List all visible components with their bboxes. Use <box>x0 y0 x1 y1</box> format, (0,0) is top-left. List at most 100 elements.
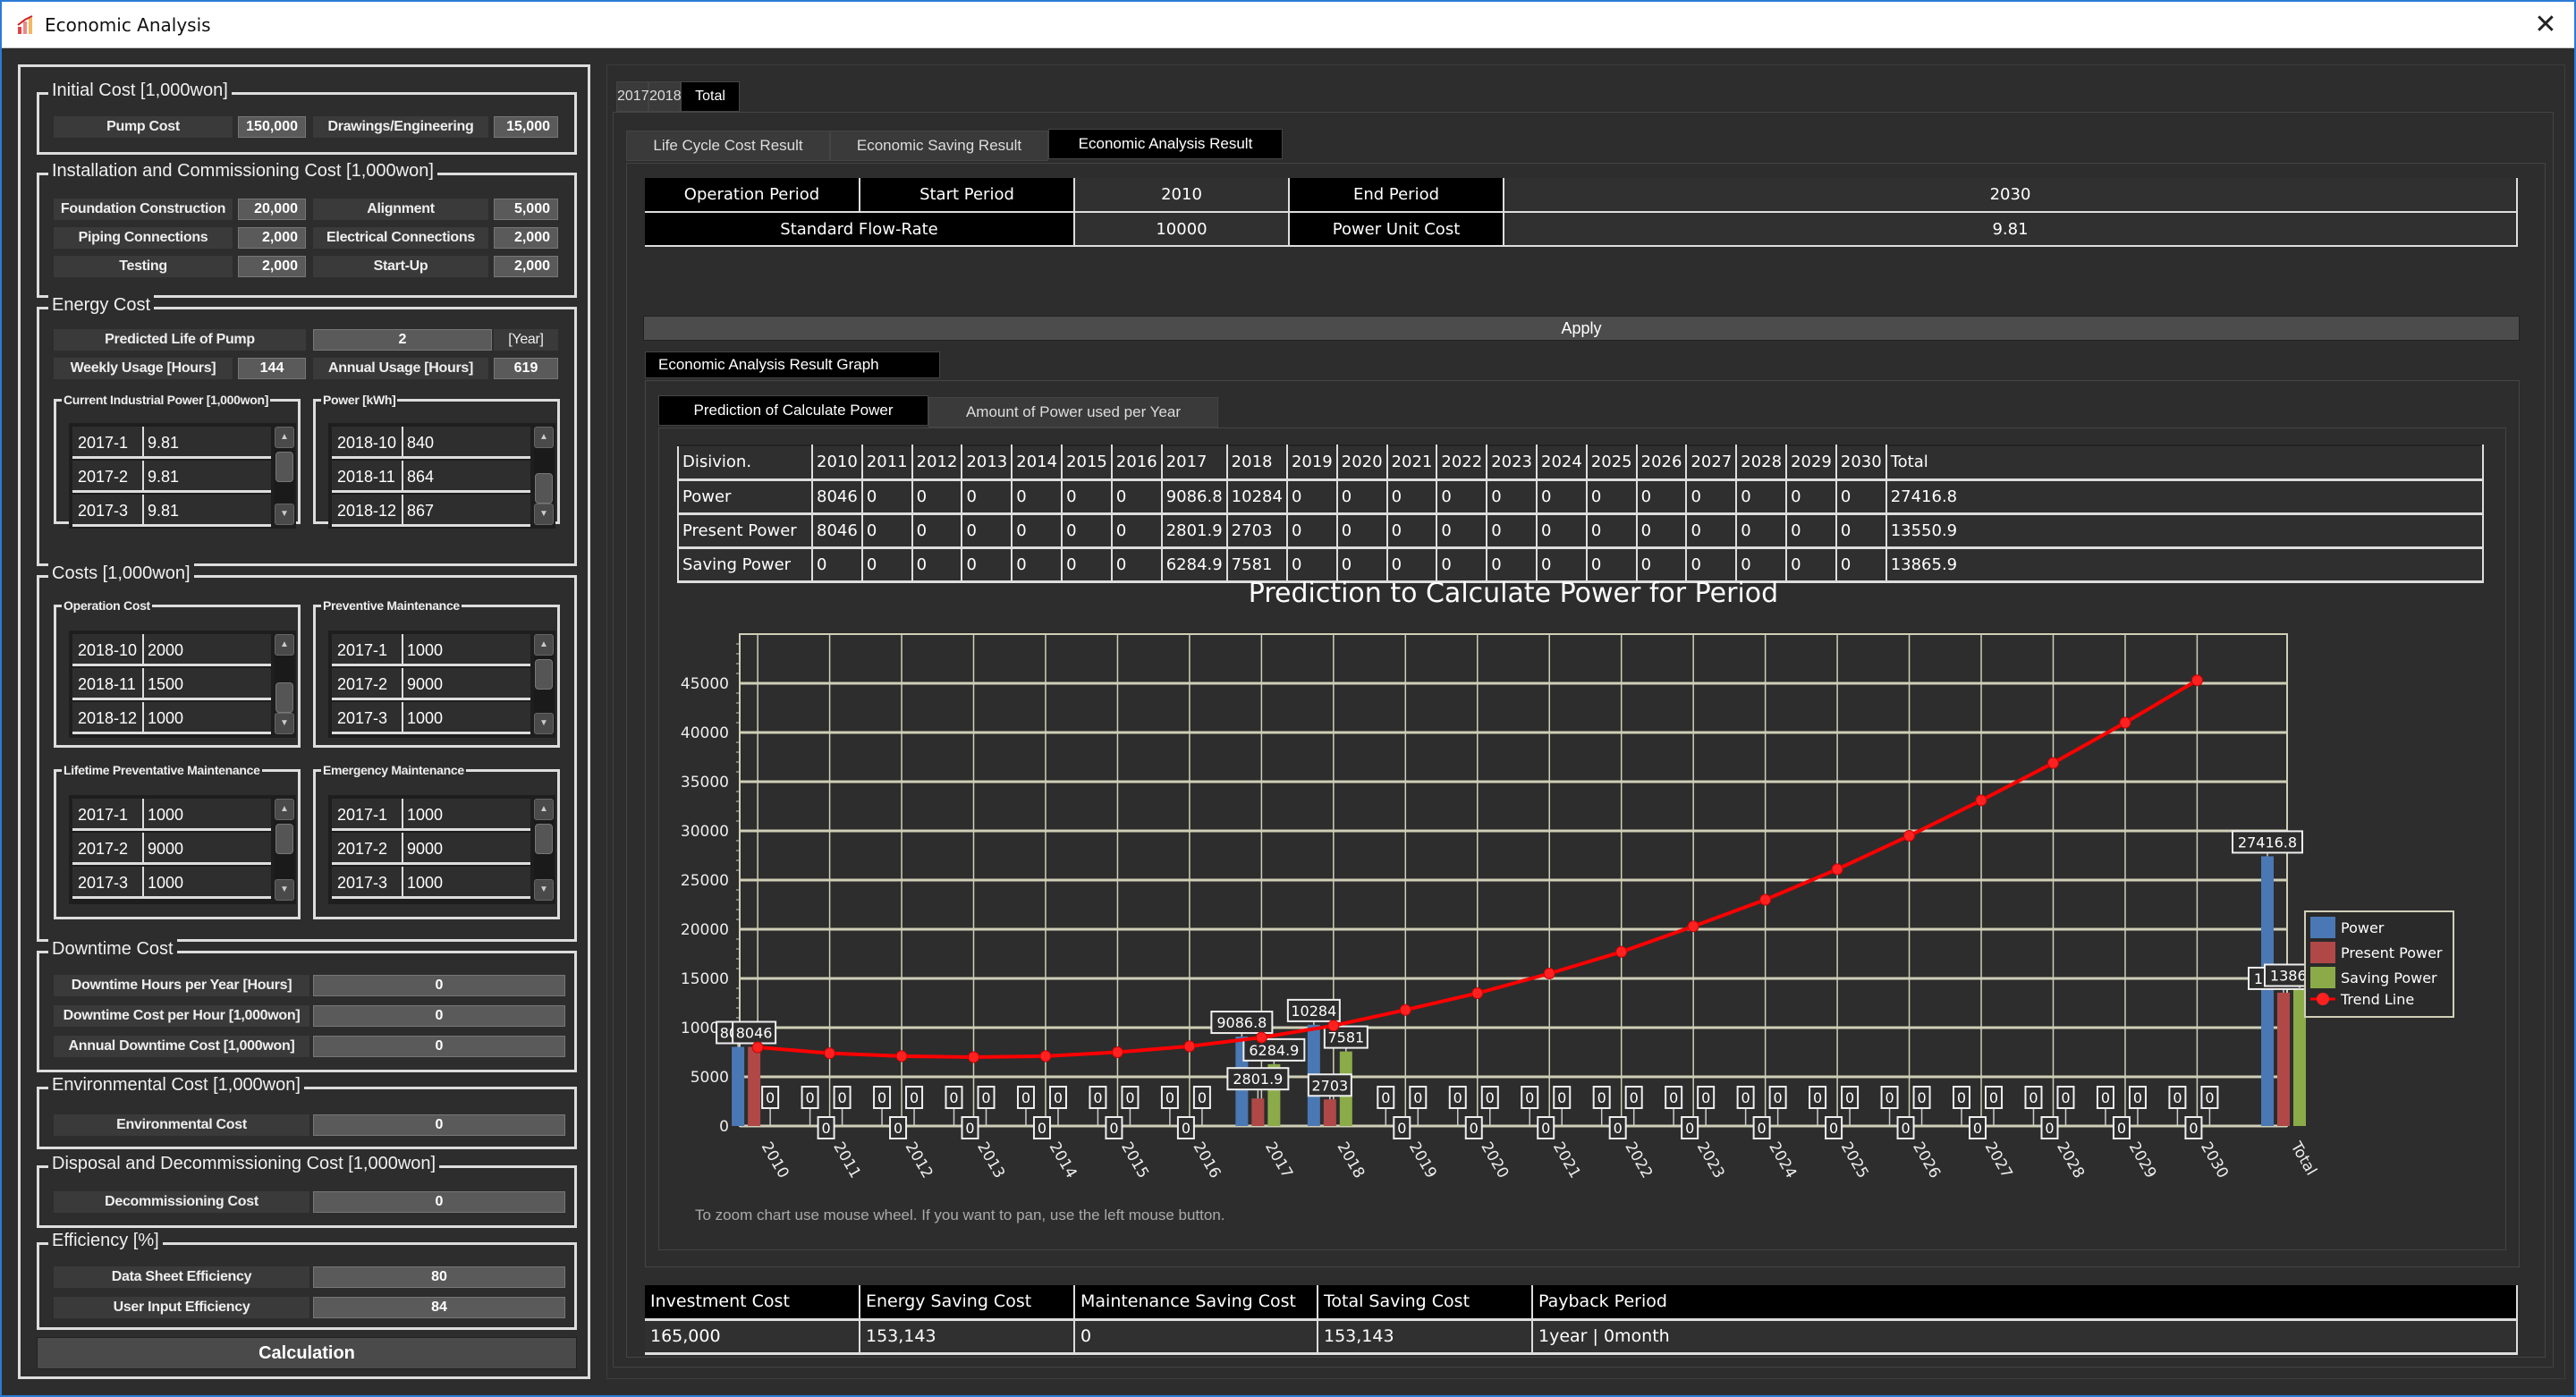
tab-2018[interactable]: 2018 <box>648 81 682 112</box>
item-key: 2017-2 <box>78 840 129 858</box>
tab-economic-saving-result[interactable]: Economic Saving Result <box>830 131 1048 161</box>
scroll-down-icon[interactable]: ▼ <box>534 713 554 734</box>
industrial-power-list[interactable]: 2017-1 9.81 2017-2 9.81 2017-3 9.81 ▲ ▼ <box>69 423 296 529</box>
title-bar: Economic Analysis ✕ <box>2 2 2574 48</box>
list-item[interactable]: 2017-1 1000 <box>332 799 530 831</box>
electrical-connections-input[interactable]: 2,000 <box>494 227 558 249</box>
user-input-efficiency-input[interactable]: 84 <box>313 1297 565 1318</box>
flow-rate-value[interactable]: 10000 <box>1074 212 1290 247</box>
scrollbar[interactable]: ▲ ▼ <box>275 634 294 734</box>
start-period-value[interactable]: 2010 <box>1074 178 1290 213</box>
list-item[interactable]: 2017-1 1000 <box>72 799 271 831</box>
scrollbar[interactable]: ▲ ▼ <box>275 427 294 525</box>
tab-life-cycle-cost-result[interactable]: Life Cycle Cost Result <box>626 131 830 161</box>
list-item[interactable]: 2017-3 9.81 <box>72 495 271 527</box>
tab-economic-analysis-result[interactable]: Economic Analysis Result <box>1048 129 1283 159</box>
list-item[interactable]: 2018-10 840 <box>332 427 530 459</box>
predicted-life-input[interactable]: 2 <box>313 329 492 351</box>
tab-prediction-of-calculate-power[interactable]: Prediction of Calculate Power <box>658 395 928 426</box>
scroll-up-icon[interactable]: ▲ <box>534 427 554 448</box>
scroll-up-icon[interactable]: ▲ <box>534 634 554 656</box>
end-period-value[interactable]: 2030 <box>1504 178 2518 213</box>
scroll-thumb[interactable] <box>535 824 553 854</box>
scroll-down-icon[interactable]: ▼ <box>275 713 294 734</box>
unit-cost-label: Power Unit Cost <box>1289 212 1504 247</box>
list-item[interactable]: 2018-11 864 <box>332 461 530 493</box>
scrollbar[interactable]: ▲ ▼ <box>534 799 554 901</box>
table-cell: 0 <box>1386 547 1438 583</box>
scroll-thumb[interactable] <box>275 452 293 482</box>
list-item[interactable]: 2017-3 1000 <box>332 867 530 899</box>
list-item[interactable]: 2018-10 2000 <box>72 634 271 666</box>
x-tick-label: 2022 <box>1621 1139 1656 1181</box>
list-item[interactable]: 2018-12 867 <box>332 495 530 527</box>
annual-downtime-cost-input[interactable]: 0 <box>313 1036 565 1057</box>
weekly-usage-input[interactable]: 144 <box>238 358 306 379</box>
data-label: 0 <box>1397 1120 1406 1137</box>
list-item[interactable]: 2018-11 1500 <box>72 668 271 700</box>
scroll-up-icon[interactable]: ▲ <box>275 427 294 448</box>
scrollbar[interactable]: ▲ ▼ <box>534 427 554 525</box>
calculation-button[interactable]: Calculation <box>37 1337 577 1369</box>
scroll-down-icon[interactable]: ▼ <box>534 879 554 901</box>
scroll-thumb[interactable] <box>275 824 293 854</box>
scroll-up-icon[interactable]: ▲ <box>275 799 294 820</box>
environmental-cost-input[interactable]: 0 <box>313 1114 565 1136</box>
scroll-up-icon[interactable]: ▲ <box>534 799 554 820</box>
emergency-maintenance-list[interactable]: 2017-1 1000 2017-2 9000 2017-3 1000 ▲ ▼ <box>328 795 555 904</box>
lifetime-maintenance-list[interactable]: 2017-1 1000 2017-2 9000 2017-3 1000 ▲ ▼ <box>69 795 296 904</box>
scrollbar[interactable]: ▲ ▼ <box>275 799 294 901</box>
disposal-cost-group: Disposal and Decommissioning Cost [1,000… <box>37 1154 577 1228</box>
results-panel: 2017 2018 Total Life Cycle Cost Result E… <box>606 64 2565 1379</box>
foundation-construction-input[interactable]: 20,000 <box>238 199 306 220</box>
close-icon[interactable]: ✕ <box>2529 9 2562 41</box>
data-label: 0 <box>981 1089 990 1106</box>
item-value: 1000 <box>148 709 184 727</box>
decommissioning-cost-input[interactable]: 0 <box>313 1191 565 1213</box>
power-kwh-list[interactable]: 2018-10 840 2018-11 864 2018-12 867 ▲ ▼ <box>328 423 555 529</box>
data-label: 0 <box>2173 1089 2182 1106</box>
legend-swatch <box>2310 967 2335 988</box>
item-key: 2017-2 <box>337 840 388 858</box>
power-chart[interactable]: Prediction to Calculate Power for Period… <box>668 580 2546 1278</box>
list-item[interactable]: 2017-2 9000 <box>72 833 271 865</box>
scroll-thumb[interactable] <box>535 473 553 504</box>
downtime-hours-input[interactable]: 0 <box>313 975 565 996</box>
table-header-row: Disivion. 2010 2011 2012 2013 2014 2015 2016 201… <box>678 445 2485 481</box>
list-item[interactable]: 2017-2 9000 <box>332 833 530 865</box>
scrollbar[interactable]: ▲ ▼ <box>534 634 554 734</box>
list-item[interactable]: 2017-2 9.81 <box>72 461 271 493</box>
scroll-thumb[interactable] <box>275 682 293 713</box>
preventive-maintenance-list[interactable]: 2017-1 1000 2017-2 9000 2017-3 1000 ▲ ▼ <box>328 631 555 738</box>
tab-2017[interactable]: 2017 <box>616 81 649 112</box>
column-header: 2028 <box>1736 445 1788 481</box>
downtime-cost-per-hour-input[interactable]: 0 <box>313 1005 565 1027</box>
tab-total[interactable]: Total <box>681 81 740 112</box>
piping-connections-input[interactable]: 2,000 <box>238 227 306 249</box>
data-label: 0 <box>1957 1089 1966 1106</box>
testing-input[interactable]: 2,000 <box>238 256 306 277</box>
table-cell: 0 <box>1436 547 1488 583</box>
list-item[interactable]: 2017-2 9000 <box>332 668 530 700</box>
data-sheet-efficiency-input[interactable]: 80 <box>313 1266 565 1288</box>
bar-saving-power <box>2293 989 2306 1126</box>
annual-usage-input[interactable]: 619 <box>494 358 558 379</box>
operation-cost-list[interactable]: 2018-10 2000 2018-11 1500 2018-12 1000 ▲ ▼ <box>69 631 296 738</box>
scroll-down-icon[interactable]: ▼ <box>534 504 554 525</box>
list-item[interactable]: 2017-1 1000 <box>332 634 530 666</box>
list-item[interactable]: 2017-3 1000 <box>332 702 530 734</box>
drawings-engineering-input[interactable]: 15,000 <box>494 116 558 138</box>
alignment-input[interactable]: 5,000 <box>494 199 558 220</box>
scroll-down-icon[interactable]: ▼ <box>275 879 294 901</box>
list-item[interactable]: 2017-3 1000 <box>72 867 271 899</box>
scroll-thumb[interactable] <box>535 659 553 690</box>
tab-amount-of-power-per-year[interactable]: Amount of Power used per Year <box>928 397 1218 428</box>
apply-button[interactable]: Apply <box>643 316 2520 341</box>
unit-cost-value[interactable]: 9.81 <box>1504 212 2518 247</box>
start-up-input[interactable]: 2,000 <box>494 256 558 277</box>
list-item[interactable]: 2017-1 9.81 <box>72 427 271 459</box>
pump-cost-input[interactable]: 150,000 <box>238 116 306 138</box>
scroll-down-icon[interactable]: ▼ <box>275 504 294 525</box>
scroll-up-icon[interactable]: ▲ <box>275 634 294 656</box>
list-item[interactable]: 2018-12 1000 <box>72 702 271 734</box>
